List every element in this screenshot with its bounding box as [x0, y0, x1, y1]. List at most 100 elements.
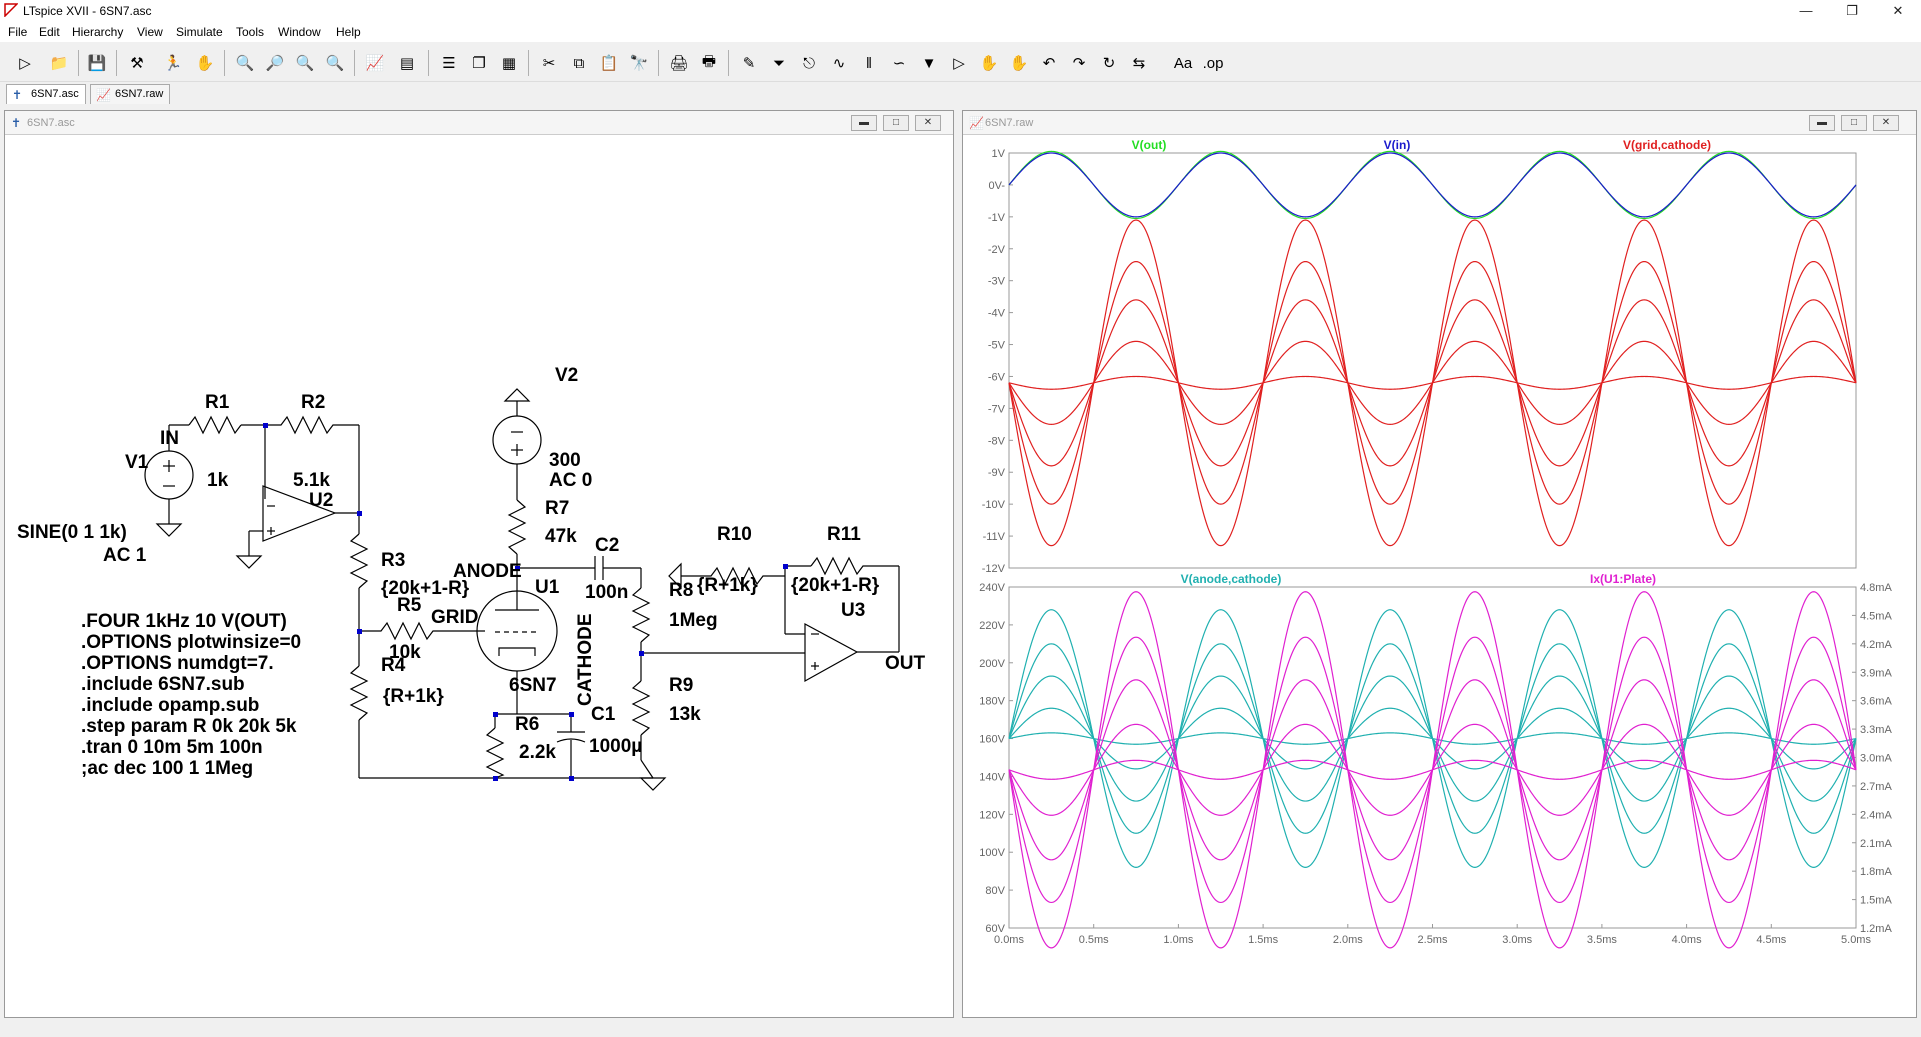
y-tick-label: -4V	[988, 308, 1006, 320]
save-icon[interactable]: 💾	[84, 50, 110, 76]
directive-line: .include 6SN7.sub	[81, 674, 245, 695]
print-preview-icon[interactable]: 🖶	[696, 50, 722, 76]
tile-vertical-icon[interactable]: ▦	[496, 50, 522, 76]
v1-ref: V1	[125, 452, 149, 473]
directive-line: .tran 0 10m 5m 100n	[81, 737, 263, 758]
zoom-in-icon[interactable]: 🔍	[232, 50, 258, 76]
x-tick-label: 0.5ms	[1079, 934, 1109, 946]
open-folder-icon[interactable]: 📁	[46, 50, 72, 76]
plot-pane-top[interactable]: 1V 0V- -1V -2V -3V -4V -5V -6V -7V -8V -9V -10V -11V…	[982, 138, 1857, 575]
v2-ref: V2	[555, 365, 578, 386]
schematic-canvas[interactable]: IN V1 SINE(0 1 1k) AC 1 R1 1k R2 5.1k U2…	[5, 136, 953, 1018]
menu-tools[interactable]: Tools	[236, 25, 264, 39]
cursor-icon[interactable]: ▤	[394, 50, 420, 76]
legend-entry[interactable]: V(in)	[1384, 138, 1411, 152]
text-icon[interactable]: Aa	[1170, 50, 1196, 76]
component-icon[interactable]: ▷	[946, 50, 972, 76]
zoom-fit-icon[interactable]: 🔍	[322, 50, 348, 76]
zoom-pan-icon[interactable]: 🔎	[262, 50, 288, 76]
copy-icon[interactable]: ⧉	[566, 50, 592, 76]
schematic-minimize-button[interactable]: ▬	[851, 115, 877, 131]
menu-window[interactable]: Window	[278, 25, 321, 39]
ground-icon[interactable]: ⏷	[766, 50, 792, 76]
inductor-icon[interactable]: ∽	[886, 50, 912, 76]
ltspice-app: LTspice XVII - 6SN7.asc — ❐ ✕ File Edit …	[0, 0, 1921, 1037]
paste-icon[interactable]: 📋	[596, 50, 622, 76]
r4-value: {R+1k}	[383, 686, 444, 707]
r6-value: 2.2k	[519, 742, 556, 763]
x-tick-label: 2.5ms	[1418, 934, 1448, 946]
tab-6sn7-raw[interactable]: 📈 6SN7.raw	[90, 84, 171, 104]
waveform-maximize-button[interactable]: □	[1841, 115, 1867, 131]
waveform-window-title: 6SN7.raw	[985, 117, 1034, 129]
y-tick-label: -5V	[988, 340, 1006, 352]
menu-view[interactable]: View	[137, 25, 163, 39]
autorange-icon[interactable]: 📈	[362, 50, 388, 76]
waveform-minimize-button[interactable]: ▬	[1809, 115, 1835, 131]
spice-directive-icon[interactable]: .op	[1200, 50, 1226, 76]
r9-symbol	[631, 680, 651, 736]
schematic-close-button[interactable]: ✕	[915, 115, 941, 131]
waveform-canvas[interactable]: 1V 0V- -1V -2V -3V -4V -5V -6V -7V -8V -9V -10V -11V…	[963, 136, 1916, 1018]
legend-entry[interactable]: Ix(U1:Plate)	[1590, 572, 1656, 586]
y2-tick-label: 3.3mA	[1860, 724, 1892, 736]
spice-directives[interactable]: .FOUR 1kHz 10 V(OUT) .OPTIONS plotwinsiz…	[81, 611, 301, 779]
x-tick-label: 1.5ms	[1248, 934, 1278, 946]
undo-icon[interactable]: ↶	[1036, 50, 1062, 76]
rotate-icon[interactable]: ↻	[1096, 50, 1122, 76]
new-schematic-icon[interactable]: ▷	[12, 50, 38, 76]
x-tick-label: 4.5ms	[1756, 934, 1786, 946]
menu-help[interactable]: Help	[336, 25, 361, 39]
legend-entry[interactable]: V(grid,cathode)	[1623, 138, 1711, 152]
y-tick-label: 100V	[979, 847, 1005, 859]
minimize-window-button[interactable]: —	[1783, 0, 1829, 22]
cascade-icon[interactable]: ❐	[466, 50, 492, 76]
find-binoculars-icon[interactable]: 🔭	[626, 50, 652, 76]
waveform-close-button[interactable]: ✕	[1873, 115, 1899, 131]
waveform-icon: 📈	[969, 116, 984, 130]
zoom-out-icon[interactable]: 🔍	[292, 50, 318, 76]
draw-wire-icon[interactable]: ✎	[736, 50, 762, 76]
resistor-icon[interactable]: ∿	[826, 50, 852, 76]
tile-horizontal-icon[interactable]: ☰	[436, 50, 462, 76]
window-title: LTspice XVII - 6SN7.asc	[23, 4, 152, 18]
waveform-icon: 📈	[96, 88, 111, 102]
y-tick-label: 140V	[979, 771, 1005, 783]
tab-6sn7-asc[interactable]: ✝ 6SN7.asc	[6, 84, 86, 104]
legend-entry[interactable]: V(out)	[1132, 138, 1167, 152]
capacitor-icon[interactable]: ‖	[856, 50, 882, 76]
v2-source-symbol	[492, 415, 542, 465]
menu-hierarchy[interactable]: Hierarchy	[72, 25, 123, 39]
drag-hand-icon[interactable]: ✋	[1006, 50, 1032, 76]
y-tick-label: -10V	[982, 499, 1006, 511]
diode-icon[interactable]: ▼	[916, 50, 942, 76]
schematic-icon: ✝	[11, 116, 22, 130]
r11-value: {20k+1-R}	[791, 575, 880, 596]
close-window-button[interactable]: ✕	[1875, 0, 1921, 22]
waveform-window-titlebar: 📈 6SN7.raw ▬ □ ✕	[963, 111, 1916, 135]
y-tick-label: 200V	[979, 658, 1005, 670]
print-icon[interactable]: 🖨	[666, 50, 692, 76]
label-net-icon[interactable]: ⎋	[796, 50, 822, 76]
v2-value: 300	[549, 450, 581, 471]
menu-simulate[interactable]: Simulate	[176, 25, 223, 39]
pan-hand-icon[interactable]: ✋	[192, 50, 218, 76]
menu-edit[interactable]: Edit	[39, 25, 60, 39]
y2-tick-label: 3.6mA	[1860, 696, 1892, 708]
plot-pane-bottom[interactable]: 240V220V200V180V160V140V120V100V80V60V4.…	[979, 572, 1892, 949]
mirror-icon[interactable]: ⇆	[1126, 50, 1152, 76]
restore-window-button[interactable]: ❐	[1829, 0, 1875, 22]
r8-value: 1Meg	[669, 610, 718, 631]
legend-entry[interactable]: V(anode,cathode)	[1181, 572, 1282, 586]
redo-icon[interactable]: ↷	[1066, 50, 1092, 76]
y-tick-label: 120V	[979, 809, 1005, 821]
r10-ref: R10	[717, 524, 752, 545]
r10-value: {R+1k}	[697, 575, 758, 596]
net-label-cathode: CATHODE	[575, 613, 596, 706]
cut-icon[interactable]: ✂	[536, 50, 562, 76]
menu-file[interactable]: File	[8, 25, 27, 39]
schematic-maximize-button[interactable]: □	[883, 115, 909, 131]
control-panel-icon[interactable]: ⚒	[124, 50, 150, 76]
move-hand-icon[interactable]: ✋	[976, 50, 1002, 76]
run-icon[interactable]: 🏃	[160, 50, 186, 76]
